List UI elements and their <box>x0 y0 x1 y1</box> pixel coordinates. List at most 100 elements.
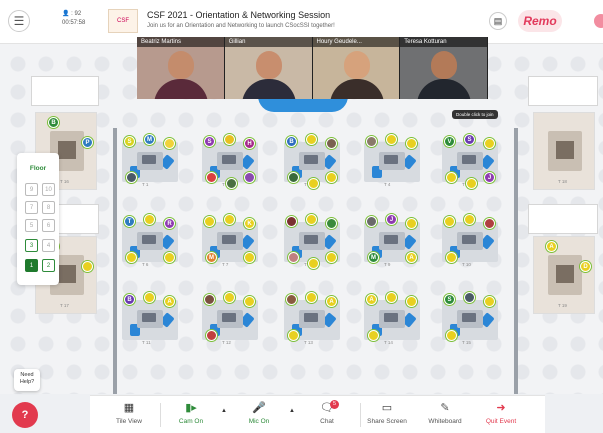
attendee-avatar[interactable] <box>288 172 299 183</box>
attendee-avatar[interactable] <box>466 178 477 189</box>
attendee-avatar[interactable] <box>164 138 175 149</box>
attendee-avatar[interactable] <box>326 138 337 149</box>
attendee-avatar[interactable]: M <box>206 252 217 263</box>
attendee-avatar[interactable] <box>206 172 217 183</box>
table[interactable]: T 8 <box>282 212 342 269</box>
attendee-avatar[interactable] <box>386 134 397 145</box>
attendee-avatar[interactable]: P <box>82 137 93 148</box>
help-button[interactable]: ? <box>12 402 38 428</box>
attendee-avatar[interactable] <box>204 216 215 227</box>
floor-button-8[interactable]: 8 <box>42 201 55 214</box>
attendee-avatar[interactable] <box>464 292 475 303</box>
attendee-avatar[interactable] <box>244 296 255 307</box>
side-room-right-bottom[interactable]: T 19 A D <box>533 236 595 314</box>
attendee-avatar[interactable] <box>206 330 217 341</box>
floor-button-5[interactable]: 5 <box>25 219 38 232</box>
attendee-avatar[interactable]: M <box>368 252 379 263</box>
table[interactable]: T 12 <box>200 290 260 346</box>
attendee-avatar[interactable] <box>444 216 455 227</box>
attendee-avatar[interactable]: S <box>124 136 135 147</box>
attendee-avatar[interactable] <box>406 218 417 229</box>
attendee-avatar[interactable] <box>484 218 495 229</box>
attendee-avatar[interactable] <box>406 138 417 149</box>
attendee-avatar[interactable] <box>204 294 215 305</box>
video-tile[interactable]: Teresa Kotturan <box>400 37 488 99</box>
table[interactable]: T 13 A <box>282 290 342 346</box>
table[interactable]: T 14 A <box>362 290 422 346</box>
attendee-avatar[interactable]: R <box>164 218 175 229</box>
side-room-right-top[interactable]: T 18 <box>533 112 595 190</box>
table[interactable]: T 1 SM <box>120 132 180 188</box>
attendee-avatar[interactable] <box>224 292 235 303</box>
mic-on-button[interactable]: 🎤 Mic On <box>234 400 284 432</box>
share-screen-button[interactable]: ▭ Share Screen <box>360 400 414 432</box>
attendee-avatar[interactable] <box>286 294 297 305</box>
floor-button-10[interactable]: 10 <box>42 183 55 196</box>
attendee-avatar[interactable]: V <box>444 136 455 147</box>
hamburger-icon[interactable]: ☰ <box>8 10 30 32</box>
profile-avatar[interactable] <box>594 14 603 28</box>
table[interactable]: T 6 T R <box>120 212 180 268</box>
floor-button-3[interactable]: 3 <box>25 239 38 252</box>
attendee-avatar[interactable]: S <box>444 294 455 305</box>
attendee-avatar[interactable] <box>244 172 255 183</box>
attendee-avatar[interactable] <box>244 252 255 263</box>
mic-options-caret-icon[interactable]: ▲ <box>289 408 295 414</box>
chat-button[interactable]: 🗨 5 Chat <box>302 400 352 432</box>
attendee-avatar[interactable] <box>446 172 457 183</box>
attendee-avatar[interactable] <box>446 252 457 263</box>
attendee-avatar[interactable] <box>464 214 475 225</box>
calendar-icon[interactable]: ▤ <box>489 12 507 30</box>
table[interactable]: T 15 S <box>440 290 500 346</box>
attendee-avatar[interactable] <box>288 330 299 341</box>
attendee-avatar[interactable]: S <box>204 136 215 147</box>
table[interactable]: T 4 <box>362 132 422 188</box>
attendee-avatar[interactable] <box>144 214 155 225</box>
attendee-avatar[interactable] <box>308 258 319 269</box>
attendee-avatar[interactable]: B <box>48 117 59 128</box>
attendee-avatar[interactable]: S <box>464 134 475 145</box>
attendee-avatar[interactable]: B <box>286 136 297 147</box>
attendee-avatar[interactable]: A <box>326 296 337 307</box>
attendee-avatar[interactable] <box>306 214 317 225</box>
attendee-avatar[interactable]: A <box>366 294 377 305</box>
attendee-avatar[interactable] <box>326 172 337 183</box>
attendee-avatar[interactable] <box>366 136 377 147</box>
attendee-avatar[interactable]: H <box>244 138 255 149</box>
attendee-avatar[interactable]: T <box>124 216 135 227</box>
attendee-avatar[interactable]: J <box>386 214 397 225</box>
attendee-avatar[interactable] <box>224 134 235 145</box>
table[interactable]: T 10 <box>440 212 500 268</box>
cam-options-caret-icon[interactable]: ▲ <box>221 408 227 414</box>
attendee-avatar[interactable] <box>144 292 155 303</box>
floor-button-9[interactable]: 9 <box>25 183 38 196</box>
table[interactable]: T 7 K M <box>200 212 260 268</box>
attendee-avatar[interactable] <box>484 138 495 149</box>
attendee-avatar[interactable] <box>308 178 319 189</box>
floor-button-2[interactable]: 2 <box>42 259 55 272</box>
attendee-avatar[interactable] <box>366 216 377 227</box>
attendee-avatar[interactable] <box>306 292 317 303</box>
attendee-avatar[interactable] <box>226 178 237 189</box>
attendee-avatar[interactable] <box>484 296 495 307</box>
attendee-avatar[interactable] <box>164 252 175 263</box>
attendee-avatar[interactable]: M <box>144 134 155 145</box>
table[interactable]: T 9 J M A <box>362 212 422 268</box>
attendee-avatar[interactable] <box>386 292 397 303</box>
attendee-avatar[interactable]: A <box>164 296 175 307</box>
floor-button-1[interactable]: 1 <box>25 259 38 272</box>
attendee-avatar[interactable]: K <box>244 218 255 229</box>
attendee-avatar[interactable] <box>446 330 457 341</box>
whiteboard-button[interactable]: ✎ Whiteboard <box>420 400 470 432</box>
attendee-avatar[interactable] <box>126 252 137 263</box>
attendee-avatar[interactable] <box>326 252 337 263</box>
cam-on-button[interactable]: ▮▸ Cam On <box>166 400 216 432</box>
attendee-avatar[interactable] <box>82 261 93 272</box>
video-tile[interactable]: Houry Geudele... <box>312 37 401 99</box>
quit-event-button[interactable]: ➜ Quit Event <box>476 400 526 432</box>
floor-button-6[interactable]: 6 <box>42 219 55 232</box>
attendee-avatar[interactable] <box>326 218 337 229</box>
table[interactable]: T 5VSJ <box>440 132 500 189</box>
table[interactable]: T 3B <box>282 132 342 189</box>
attendee-avatar[interactable] <box>126 172 137 183</box>
